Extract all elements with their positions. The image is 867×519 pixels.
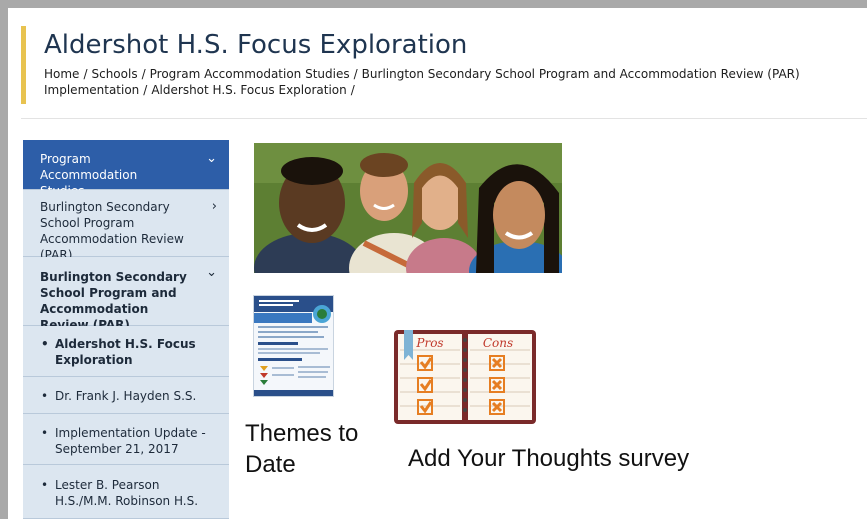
breadcrumb-separator: / bbox=[143, 83, 148, 97]
svg-text:Cons: Cons bbox=[483, 336, 513, 350]
sidebar-subitem-label: Implementation Update - September 21, 20… bbox=[55, 426, 206, 456]
window-frame-top bbox=[0, 0, 867, 8]
window-frame-left bbox=[0, 0, 8, 519]
sidebar-subitem-label: Lester B. Pearson H.S./M.M. Robinson H.S… bbox=[55, 478, 199, 508]
sidebar-subitem-implementation-update[interactable]: • Implementation Update - September 21, … bbox=[23, 414, 229, 465]
title-accent-bar bbox=[21, 26, 26, 104]
themes-to-date-caption[interactable]: Themes to Date bbox=[245, 418, 375, 480]
breadcrumb-program-accommodation-studies[interactable]: Program Accommodation Studies bbox=[150, 67, 350, 81]
breadcrumb-separator: / bbox=[83, 67, 88, 81]
sidebar-subitem-aldershot[interactable]: • Aldershot H.S. Focus Exploration bbox=[23, 326, 229, 377]
page-title: Aldershot H.S. Focus Exploration bbox=[44, 30, 468, 60]
sidebar-item-burlington-par[interactable]: Burlington Secondary School Program Acco… bbox=[23, 190, 229, 262]
breadcrumb-separator: / bbox=[350, 83, 355, 97]
bullet-icon: • bbox=[41, 337, 49, 351]
bullet-icon: • bbox=[41, 389, 49, 403]
sidebar-subitem-lester-pearson[interactable]: • Lester B. Pearson H.S./M.M. Robinson H… bbox=[23, 465, 229, 519]
chevron-down-icon[interactable]: ⌄ bbox=[206, 152, 217, 165]
chevron-right-icon[interactable]: › bbox=[212, 200, 217, 213]
sidebar-item-program-accommodation-studies[interactable]: Program Accommodation Studies ⌄ bbox=[23, 140, 229, 198]
breadcrumb-separator: / bbox=[353, 67, 358, 81]
svg-text:Pros: Pros bbox=[415, 336, 443, 350]
bullet-icon: • bbox=[41, 478, 49, 492]
breadcrumb-aldershot[interactable]: Aldershot H.S. Focus Exploration bbox=[151, 83, 346, 97]
breadcrumb-schools[interactable]: Schools bbox=[91, 67, 137, 81]
sidebar-subitem-label: Aldershot H.S. Focus Exploration bbox=[55, 337, 196, 367]
students-photo bbox=[254, 143, 562, 273]
sidebar-nav: Program Accommodation Studies ⌄ Burlingt… bbox=[23, 140, 229, 519]
header-divider bbox=[21, 118, 867, 119]
breadcrumb-home[interactable]: Home bbox=[44, 67, 79, 81]
breadcrumb: Home / Schools / Program Accommodation Studi… bbox=[44, 66, 862, 98]
sidebar-subitem-frank-hayden[interactable]: • Dr. Frank J. Hayden S.S. bbox=[23, 377, 229, 414]
themes-document-thumbnail[interactable] bbox=[253, 295, 334, 397]
add-your-thoughts-caption[interactable]: Add Your Thoughts survey bbox=[408, 443, 728, 474]
sidebar-item-par-implementation[interactable]: Burlington Secondary School Program and … bbox=[23, 257, 229, 348]
pros-cons-notebook-image[interactable]: Pros Cons bbox=[394, 330, 536, 424]
chevron-down-icon[interactable]: ⌄ bbox=[206, 266, 217, 279]
sidebar-subitem-label: Dr. Frank J. Hayden S.S. bbox=[55, 389, 197, 403]
breadcrumb-separator: / bbox=[141, 67, 146, 81]
bullet-icon: • bbox=[41, 426, 49, 440]
sidebar-item-label: Burlington Secondary School Program Acco… bbox=[40, 200, 184, 262]
